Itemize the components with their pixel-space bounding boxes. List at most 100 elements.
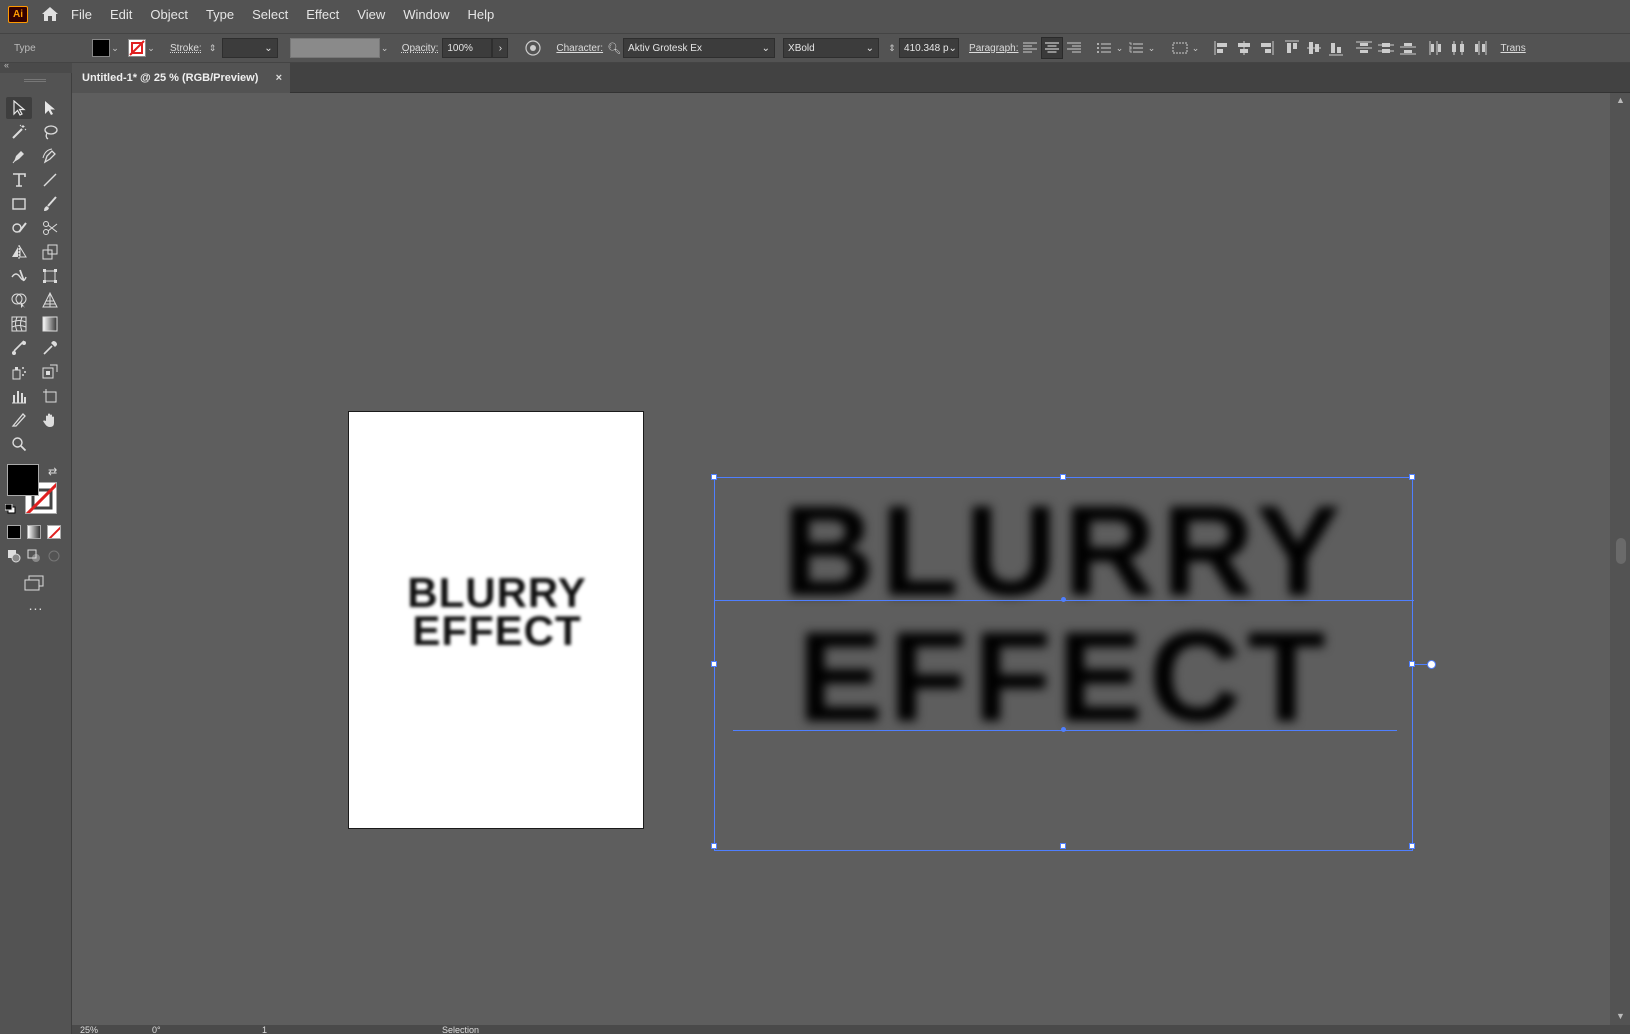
column-graph-tool[interactable] <box>6 385 32 407</box>
horizontal-align-center-button[interactable] <box>1233 37 1255 59</box>
zoom-level[interactable]: 25% <box>80 1025 98 1034</box>
resize-handle-bottom-left[interactable] <box>711 843 717 849</box>
chevron-down-icon[interactable]: ⌄ <box>380 43 390 54</box>
warp-tool[interactable] <box>6 265 32 287</box>
gradient-tool[interactable] <box>37 313 63 335</box>
status-mode[interactable]: Selection <box>442 1025 479 1034</box>
panel-grip[interactable] <box>24 79 46 82</box>
paragraph-label[interactable]: Paragraph: <box>969 43 1018 54</box>
panel-collapse-bar[interactable]: « <box>0 60 72 73</box>
selection-tool[interactable] <box>6 97 32 119</box>
vertical-align-bottom-button[interactable] <box>1325 37 1347 59</box>
opacity-field[interactable]: 100% <box>442 38 493 58</box>
chevron-down-icon[interactable]: ⌄ <box>110 43 120 54</box>
bullets-button[interactable] <box>1093 37 1115 59</box>
pen-tool[interactable] <box>6 145 32 167</box>
recolor-artwork-button[interactable] <box>522 37 544 59</box>
font-search-icon[interactable]: 🔍︎ <box>607 42 621 55</box>
numbering-button[interactable] <box>1125 37 1147 59</box>
font-family-field[interactable]: Aktiv Grotesk Ex ⌄ <box>623 38 776 58</box>
more-tools-button[interactable]: ... <box>0 597 72 613</box>
lasso-tool[interactable] <box>37 121 63 143</box>
variable-width-profile[interactable] <box>289 38 380 58</box>
align-center-button[interactable] <box>1040 37 1063 59</box>
swap-colors-icon[interactable]: ⇄ <box>48 465 57 478</box>
rotation-angle[interactable]: 0° <box>152 1025 161 1034</box>
menu-select[interactable]: Select <box>243 0 297 28</box>
stepper-icon[interactable]: ⇕ <box>887 43 897 54</box>
paintbrush-tool[interactable] <box>37 193 63 215</box>
gradient-mode-button[interactable] <box>27 525 41 539</box>
color-mode-button[interactable] <box>7 525 21 539</box>
artboard[interactable]: BLURRY EFFECT <box>348 411 644 829</box>
resize-handle-top-right[interactable] <box>1409 474 1415 480</box>
stroke-label[interactable]: Stroke: <box>170 43 202 54</box>
resize-handle-bottom-right[interactable] <box>1409 843 1415 849</box>
resize-handle-left[interactable] <box>711 661 717 667</box>
chevron-down-icon[interactable]: ⌄ <box>146 43 156 54</box>
vertical-align-center-button[interactable] <box>1303 37 1325 59</box>
resize-handle-bottom[interactable] <box>1060 843 1066 849</box>
magic-wand-tool[interactable] <box>6 121 32 143</box>
none-mode-button[interactable] <box>47 525 61 539</box>
menu-type[interactable]: Type <box>197 0 243 28</box>
free-transform-tool[interactable] <box>37 265 63 287</box>
draw-behind-button[interactable] <box>27 549 41 563</box>
scale-tool[interactable] <box>37 241 63 263</box>
shape-builder-tool[interactable] <box>6 289 32 311</box>
menu-view[interactable]: View <box>348 0 394 28</box>
menu-window[interactable]: Window <box>394 0 458 28</box>
home-button[interactable] <box>38 2 62 26</box>
slice-tool[interactable] <box>6 409 32 431</box>
horizontal-align-right-button[interactable] <box>1255 37 1277 59</box>
opacity-label[interactable]: Opacity: <box>402 43 439 54</box>
vertical-scrollbar[interactable]: ▲ ▼ <box>1610 93 1630 1025</box>
stroke-weight-field[interactable]: ⌄ <box>221 38 278 58</box>
distribute-center-button[interactable] <box>1375 37 1397 59</box>
menu-object[interactable]: Object <box>141 0 197 28</box>
distribute-horizontal-center-button[interactable] <box>1447 37 1469 59</box>
menu-file[interactable]: File <box>62 0 101 28</box>
type-tool[interactable] <box>6 169 32 191</box>
transform-label[interactable]: Trans <box>1501 43 1526 54</box>
shaper-tool[interactable] <box>6 217 32 239</box>
selected-text-frame[interactable]: BLURRY EFFECT <box>711 474 1436 851</box>
horizontal-align-left-button[interactable] <box>1211 37 1233 59</box>
artboard-tool[interactable] <box>37 385 63 407</box>
stroke-swatch[interactable] <box>128 39 146 57</box>
align-to-selection-button[interactable] <box>1169 37 1191 59</box>
distribute-top-button[interactable] <box>1353 37 1375 59</box>
symbol-sprayer-tool[interactable] <box>6 361 32 383</box>
text-threading-port[interactable] <box>1427 660 1436 669</box>
artboard-number[interactable]: 1 <box>262 1025 267 1034</box>
font-size-field[interactable]: 410.348 p ⌄ <box>899 38 960 58</box>
change-screen-mode-button[interactable] <box>23 574 47 592</box>
default-colors-icon[interactable] <box>4 503 16 514</box>
distribute-right-button[interactable] <box>1469 37 1491 59</box>
align-left-button[interactable] <box>1019 37 1041 59</box>
scroll-down-icon[interactable]: ▼ <box>1616 1011 1625 1021</box>
fill-color-front[interactable] <box>7 464 39 496</box>
vertical-align-top-button[interactable] <box>1281 37 1303 59</box>
draw-inside-button[interactable] <box>47 549 61 563</box>
menu-edit[interactable]: Edit <box>101 0 141 28</box>
blend-tool[interactable] <box>6 337 32 359</box>
rectangle-tool[interactable] <box>6 193 32 215</box>
chevron-right-icon[interactable]: › <box>492 38 509 58</box>
scissors-tool[interactable] <box>37 217 63 239</box>
chevron-down-icon[interactable]: ⌄ <box>1191 43 1201 54</box>
eyedropper-tool[interactable] <box>37 337 63 359</box>
collapse-icon[interactable]: « <box>4 60 9 70</box>
scrollbar-thumb[interactable] <box>1616 538 1626 564</box>
resize-handle-top-left[interactable] <box>711 474 717 480</box>
zoom-tool[interactable] <box>6 433 32 455</box>
distribute-bottom-button[interactable] <box>1397 37 1419 59</box>
reflect-tool[interactable] <box>6 241 32 263</box>
align-right-button[interactable] <box>1063 37 1085 59</box>
fill-swatch[interactable] <box>92 39 110 57</box>
distribute-left-button[interactable] <box>1425 37 1447 59</box>
mesh-tool[interactable] <box>6 313 32 335</box>
chevron-down-icon[interactable]: ⌄ <box>1115 43 1125 54</box>
hand-tool[interactable] <box>37 409 63 431</box>
scroll-up-icon[interactable]: ▲ <box>1616 95 1625 105</box>
